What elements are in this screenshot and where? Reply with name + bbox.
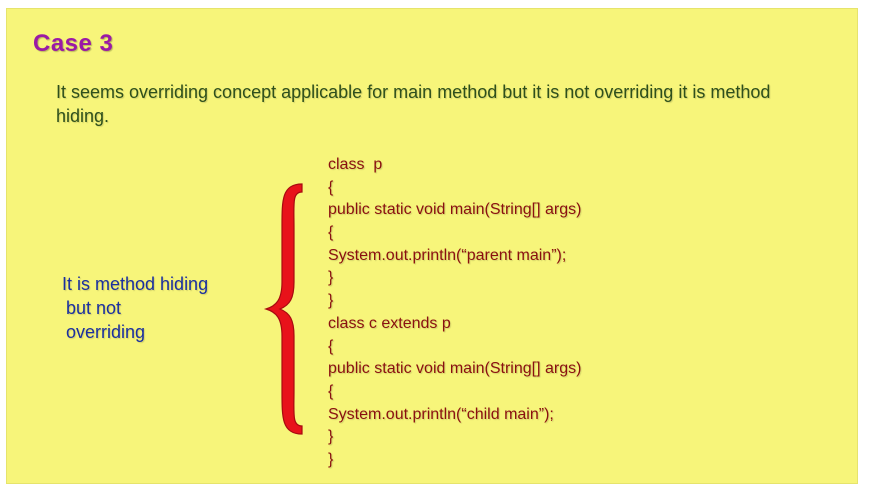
code-line: }	[328, 428, 334, 446]
code-line: public static void main(String[] args)	[328, 201, 582, 219]
slide: Case 3 It seems overriding concept appli…	[6, 8, 858, 484]
code-line: {	[328, 224, 334, 242]
code-line: }	[328, 450, 334, 468]
intro-text: It seems overriding concept applicable f…	[56, 82, 771, 126]
code-line: {	[328, 382, 334, 400]
code-line: class c extends p	[328, 314, 451, 332]
side-note-line-2: but not	[66, 298, 122, 318]
code-block: class p { public static void main(String[]…	[328, 154, 581, 472]
side-note-line-1: It is method hiding	[62, 274, 209, 294]
code-line: public static void main(String[] args)	[328, 360, 582, 378]
slide-title: Case 3	[33, 30, 114, 57]
curly-brace-icon	[263, 183, 303, 435]
code-line: }	[328, 292, 334, 310]
code-line: }	[328, 269, 334, 287]
code-line: class p	[328, 156, 383, 173]
side-note-line-3: overriding	[66, 322, 146, 342]
code-line: {	[328, 337, 334, 355]
side-note: It is method hiding but not overriding	[62, 272, 208, 344]
code-line: {	[328, 178, 334, 196]
code-line: System.out.println(“parent main”);	[328, 246, 567, 264]
code-line: System.out.println(“child main”);	[328, 405, 554, 423]
